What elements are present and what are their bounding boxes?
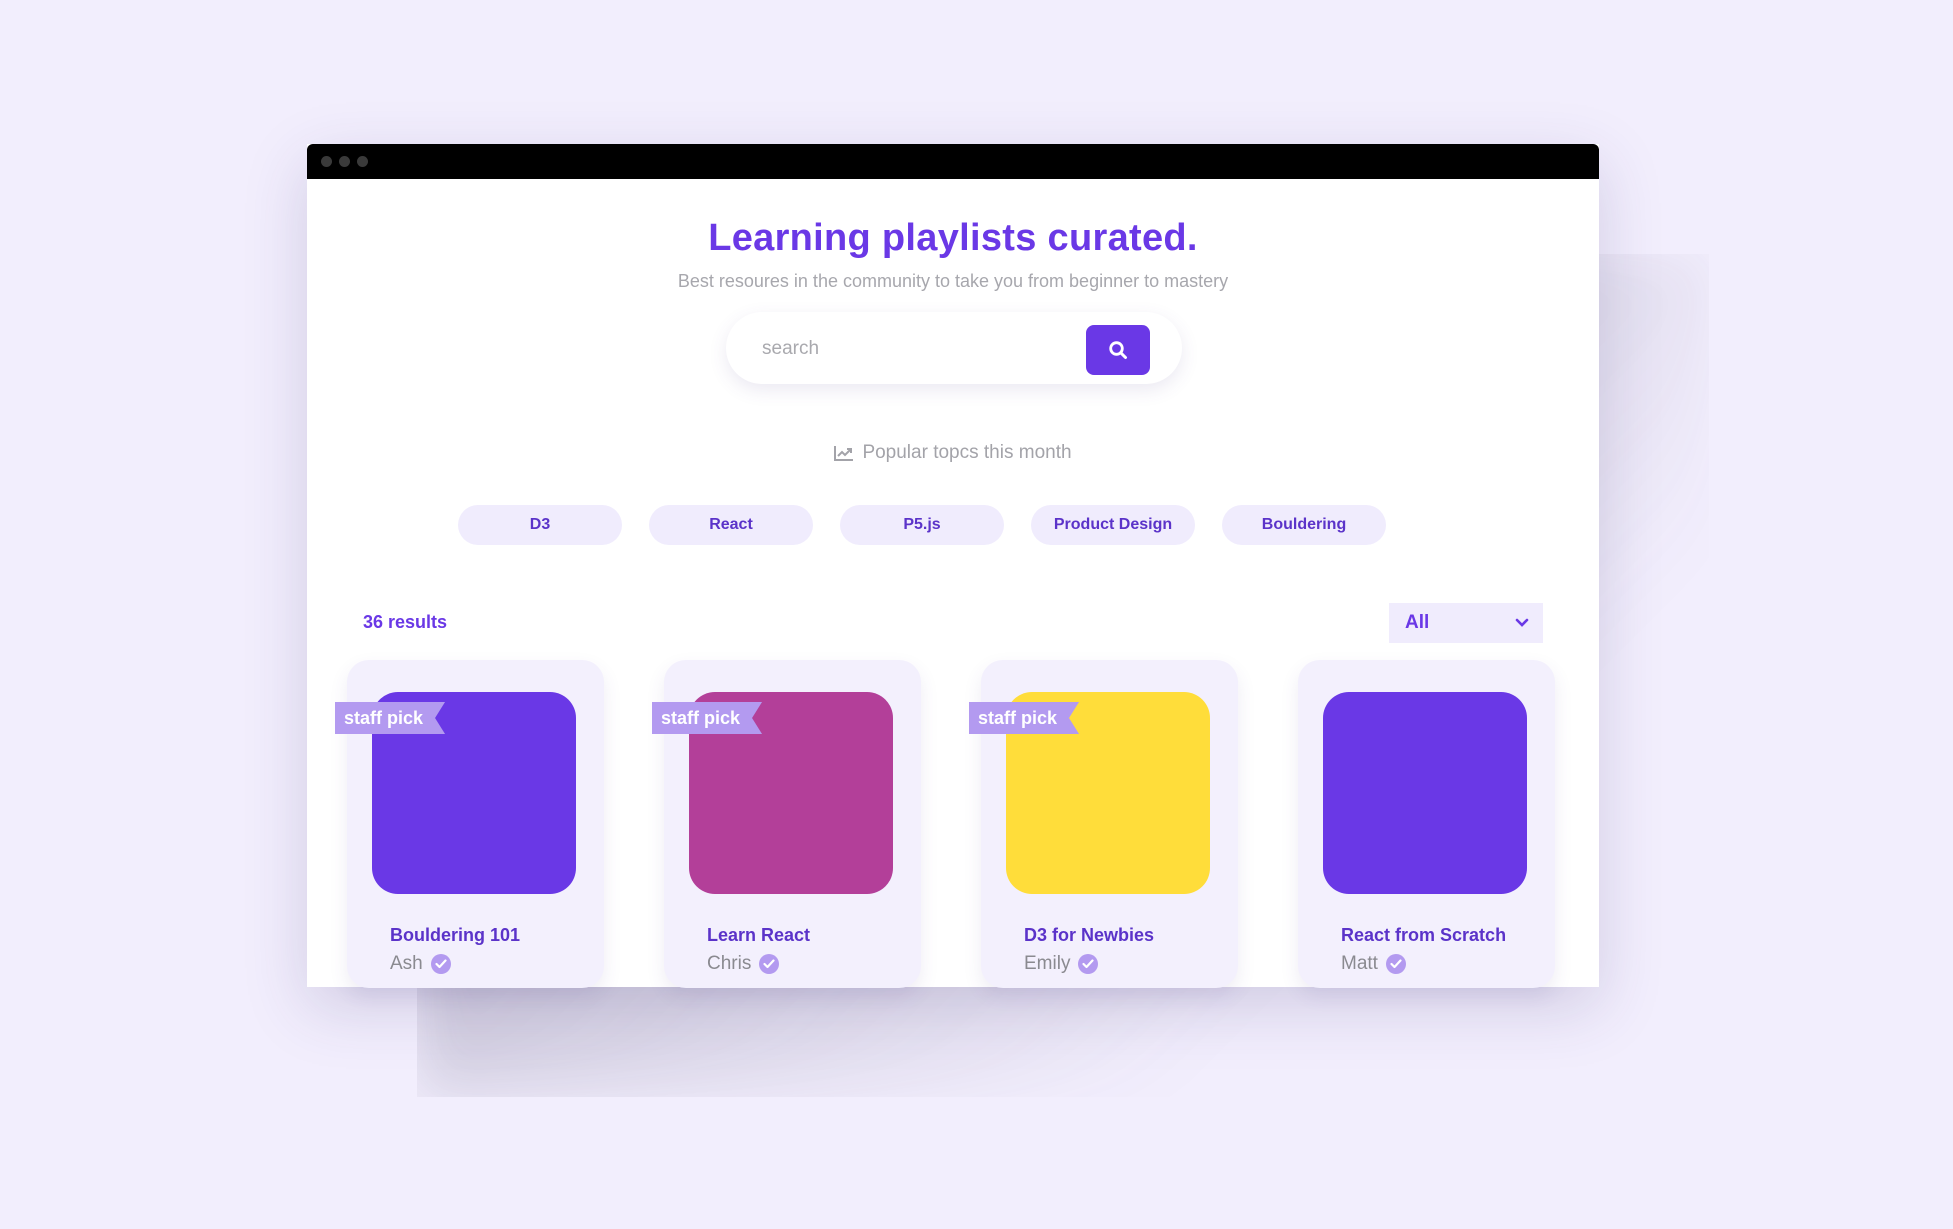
window-control-close[interactable] [321,156,332,167]
popular-topics-label: Popular topcs this month [862,442,1072,463]
topic-chip-react[interactable]: React [649,505,813,545]
page-title: Learning playlists curated. [708,217,1198,259]
staff-pick-badge: staff pick [335,702,445,734]
search-button[interactable] [1086,325,1150,375]
trending-chart-icon [834,446,854,461]
topic-chip-p5js[interactable]: P5.js [840,505,1004,545]
playlist-author: Emily [1024,953,1099,975]
playlist-card[interactable]: staff pick D3 for Newbies Emily [981,660,1238,988]
browser-window: Learning playlists curated. Best resoure… [307,144,1599,988]
topic-chip-bouldering[interactable]: Bouldering [1222,505,1386,545]
page-subtitle: Best resoures in the community to take y… [677,271,1229,291]
results-count: 36 results [363,612,448,632]
verified-check-icon [1078,954,1099,974]
search-icon [1109,341,1127,359]
playlist-thumbnail [1323,692,1527,894]
author-name: Emily [1024,953,1071,974]
window-control-minimize[interactable] [339,156,350,167]
verified-check-icon [759,954,780,974]
popular-topics-heading: Popular topcs this month [307,442,1599,464]
author-name: Chris [707,953,752,974]
playlist-card[interactable]: staff pick Learn React Chris [664,660,921,988]
author-name: Matt [1341,953,1378,974]
playlist-card[interactable]: React from Scratch Matt [1298,660,1555,988]
playlist-title: Bouldering 101 [390,925,521,945]
playlist-author: Matt [1341,953,1406,975]
playlist-cards: staff pick Bouldering 101 Ash staff pick… [347,660,1555,988]
filter-selected-value: All [1405,612,1430,633]
search-bar [726,312,1182,384]
window-titlebar [307,144,1599,179]
chevron-down-icon [1515,618,1529,627]
playlist-author: Ash [390,953,451,975]
author-name: Ash [390,953,423,974]
verified-check-icon [1385,954,1406,974]
topic-chips: D3 React P5.js Product Design Bouldering [458,505,1386,545]
window-control-maximize[interactable] [357,156,368,167]
verified-check-icon [430,954,451,974]
search-input[interactable] [760,330,1064,368]
playlist-card[interactable]: staff pick Bouldering 101 Ash [347,660,604,988]
page-content: Learning playlists curated. Best resoure… [307,179,1599,988]
topic-chip-d3[interactable]: D3 [458,505,622,545]
staff-pick-badge: staff pick [652,702,762,734]
playlist-title: Learn React [707,925,811,945]
playlist-title: D3 for Newbies [1024,925,1155,945]
filter-dropdown[interactable]: All [1389,603,1543,643]
staff-pick-badge: staff pick [969,702,1079,734]
playlist-title: React from Scratch [1341,925,1507,945]
playlist-author: Chris [707,953,780,975]
topic-chip-product-design[interactable]: Product Design [1031,505,1195,545]
